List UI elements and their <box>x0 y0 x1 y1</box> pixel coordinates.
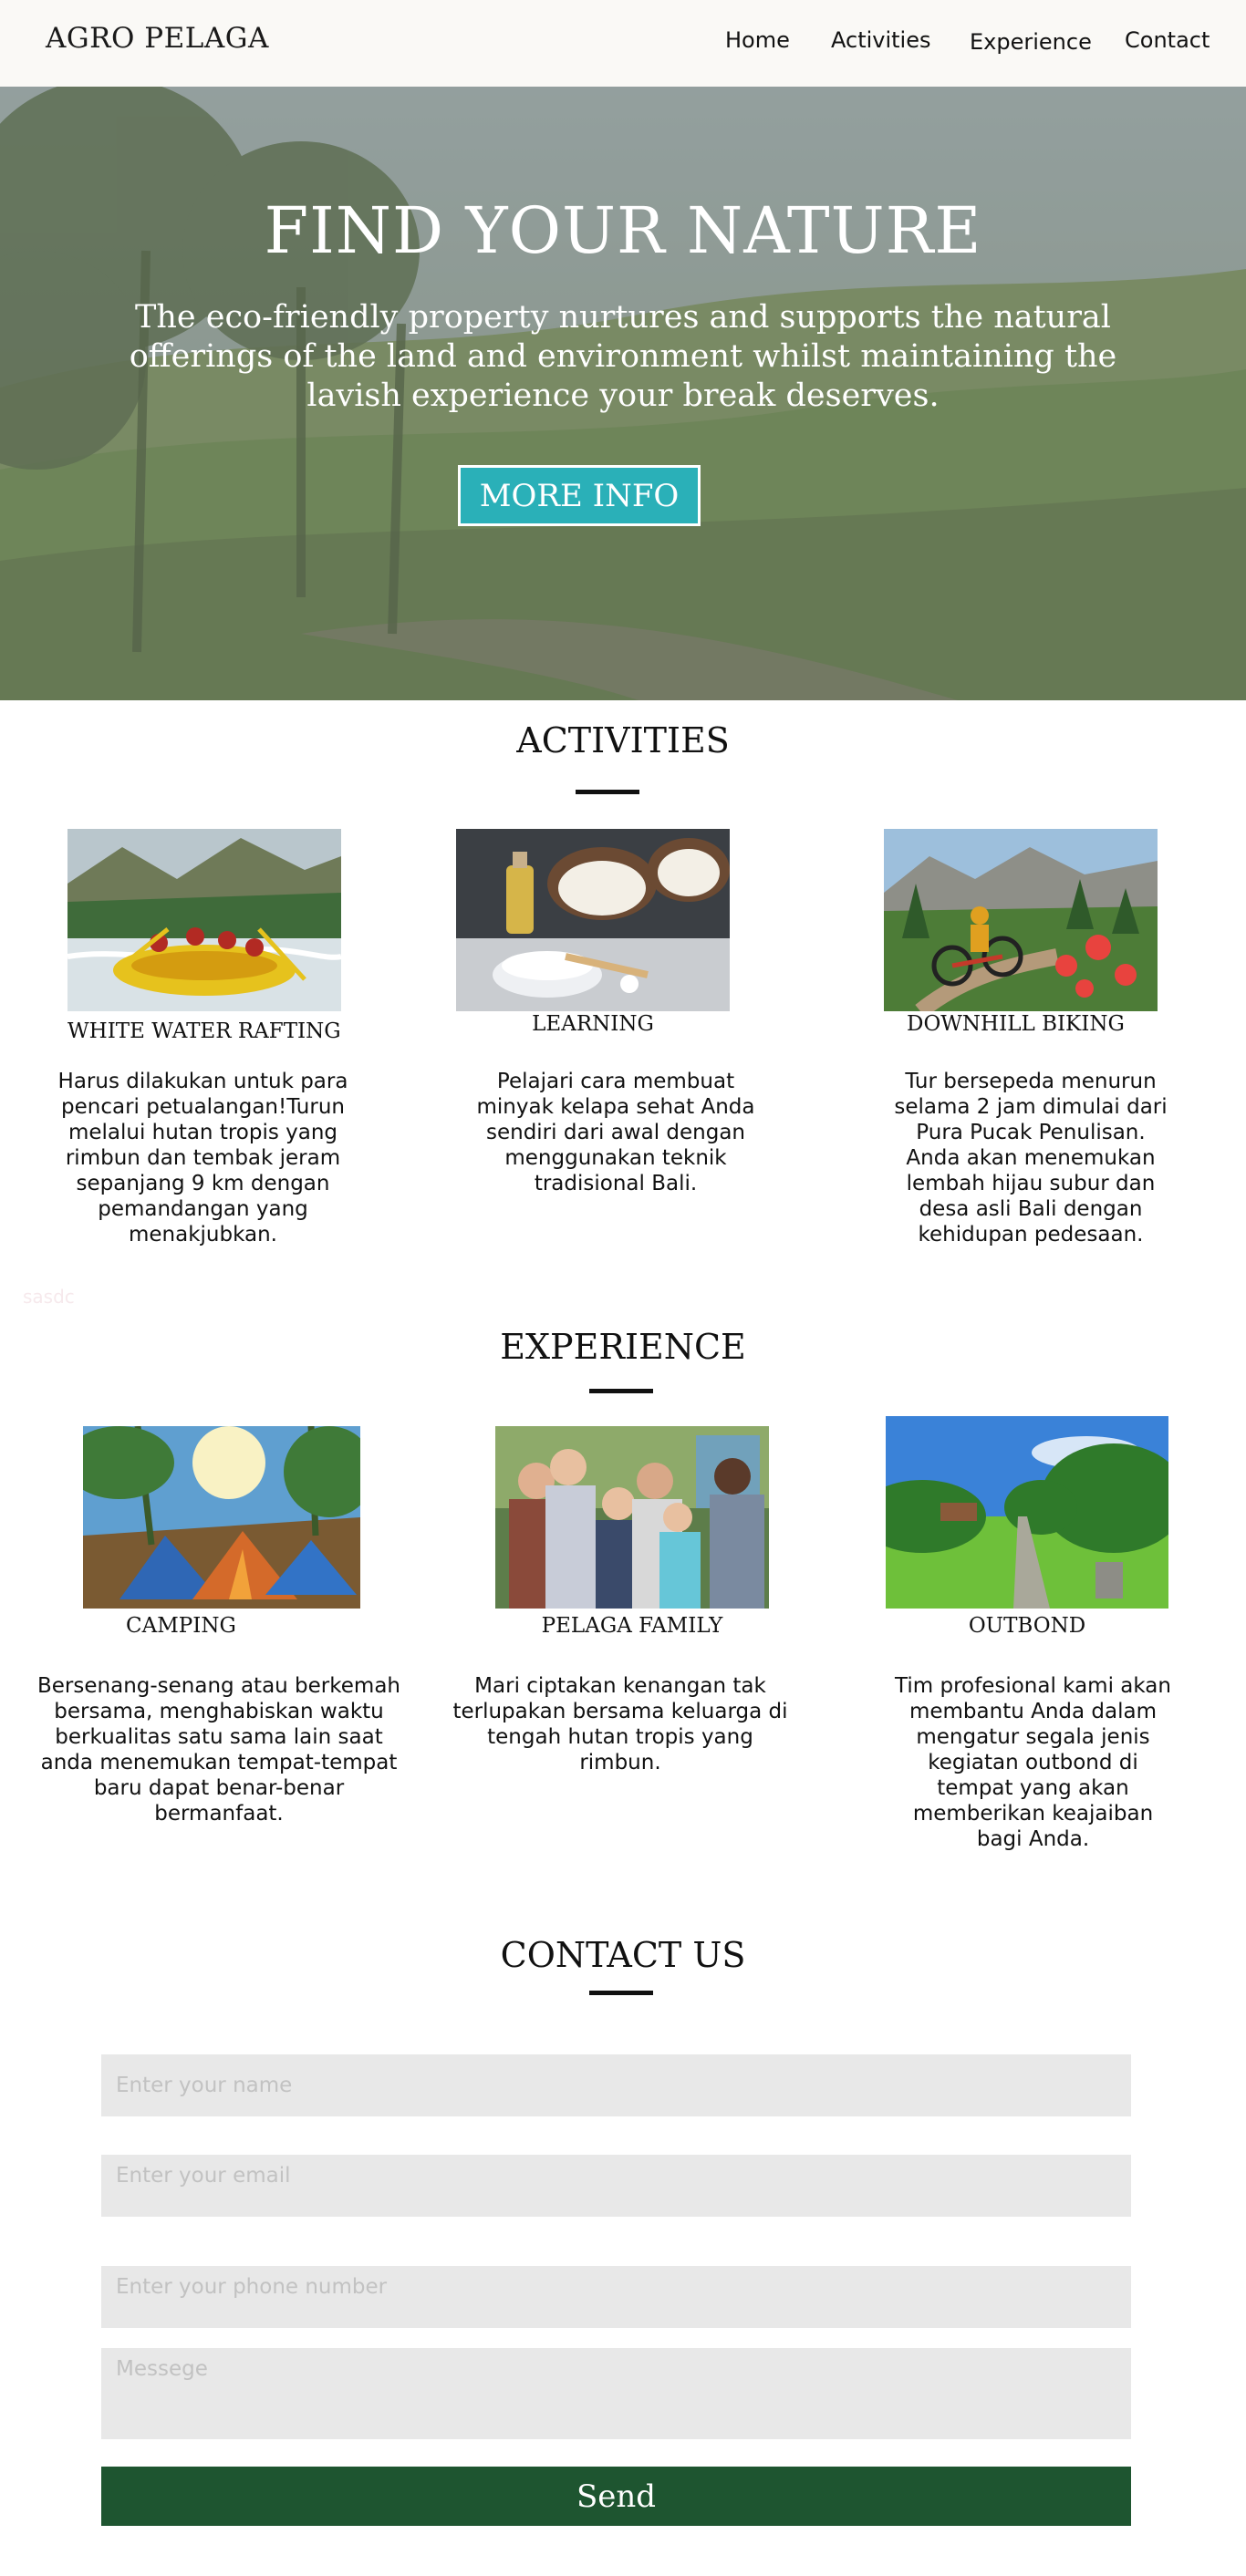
hero-subtitle: The eco-friendly property nurtures and s… <box>129 299 1117 414</box>
rafting-photo <box>67 829 341 1011</box>
outbond-description: Tim profesional kami akan membantu Anda … <box>895 1674 1171 1851</box>
learning-title: LEARNING <box>532 1012 654 1036</box>
activities-title: ACTIVITIES <box>516 720 730 760</box>
outbond-title: OUTBOND <box>968 1614 1086 1638</box>
phone-field[interactable] <box>101 2266 1131 2328</box>
biking-title: DOWNHILL BIKING <box>907 1012 1125 1036</box>
name-field[interactable] <box>101 2054 1131 2116</box>
nav-link-home[interactable]: Home <box>725 27 790 53</box>
nav-link-activities[interactable]: Activities <box>831 27 931 53</box>
experience-title: EXPERIENCE <box>500 1327 746 1367</box>
contact-title: CONTACT US <box>500 1935 746 1975</box>
learning-description: Pelajari cara membuat minyak kelapa seha… <box>476 1070 755 1195</box>
message-field[interactable] <box>101 2348 1131 2439</box>
navbar: AGRO PELAGA Home Activities Experience C… <box>0 0 1246 87</box>
camping-title: CAMPING <box>126 1614 236 1638</box>
nav-link-contact[interactable]: Contact <box>1125 27 1210 53</box>
email-field[interactable] <box>101 2155 1131 2217</box>
more-info-button[interactable]: MORE INFO <box>458 465 701 526</box>
nav-links: Home Activities Experience Contact <box>0 27 1246 58</box>
family-photo <box>495 1426 769 1609</box>
nav-link-experience[interactable]: Experience <box>970 29 1092 55</box>
contact-divider <box>589 1991 653 1995</box>
garden-path-photo <box>886 1416 1168 1609</box>
biking-photo <box>884 829 1158 1011</box>
pelaga-family-description: Mari ciptakan kenangan tak terlupakan be… <box>452 1674 788 1774</box>
activities-divider <box>576 790 639 794</box>
pelaga-family-title: PELAGA FAMILY <box>541 1614 723 1638</box>
camping-description: Bersenang-senang atau berkemah bersama, … <box>37 1674 400 1826</box>
hero-title: FIND YOUR NATURE <box>264 193 982 268</box>
rafting-description: Harus dilakukan untuk para pencari petua… <box>57 1070 348 1247</box>
faint-placeholder-text: sasdc <box>23 1286 75 1308</box>
experience-divider <box>589 1389 653 1393</box>
hero-banner: FIND YOUR NATURE The eco-friendly proper… <box>0 87 1246 700</box>
biking-description: Tur bersepeda menurun selama 2 jam dimul… <box>894 1070 1168 1247</box>
rafting-title: WHITE WATER RAFTING <box>67 1019 341 1043</box>
coconut-oil-photo <box>456 829 730 1011</box>
camping-photo <box>83 1426 360 1609</box>
send-button[interactable]: Send <box>101 2467 1131 2526</box>
